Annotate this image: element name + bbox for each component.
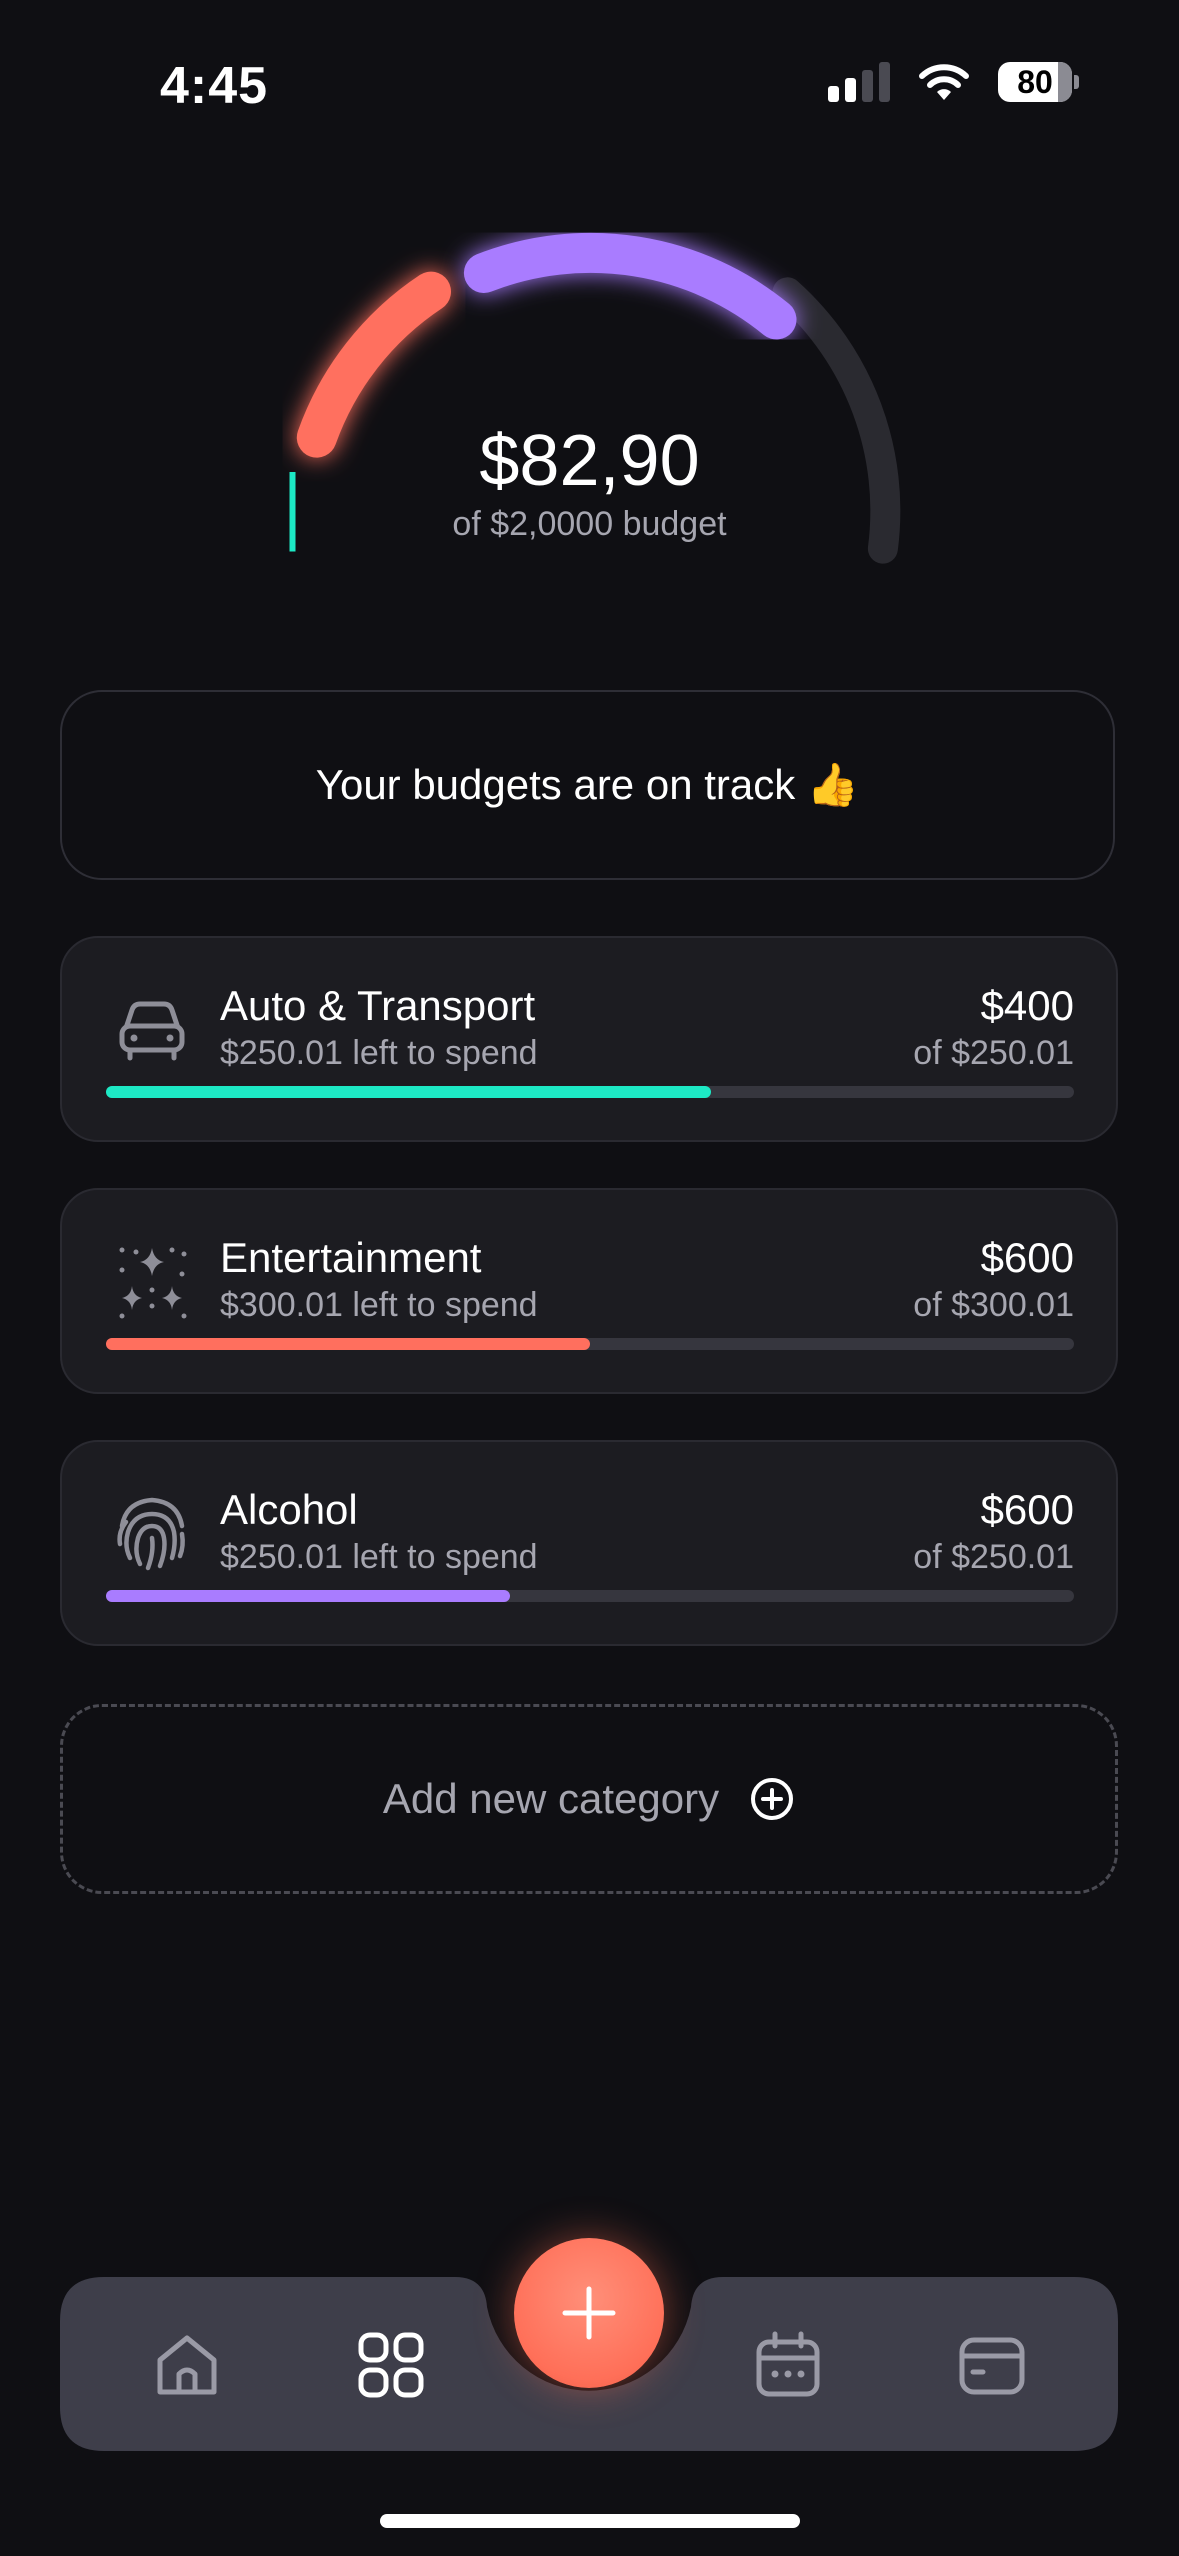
plus-circle-icon [751,1778,794,1820]
category-card-alcohol[interactable]: Alcohol $250.01 left to spend $600 of $2… [60,1440,1118,1646]
status-time: 4:45 [160,57,269,115]
car-icon [119,1001,185,1061]
add-category-button[interactable]: Add new category [60,1704,1118,1894]
gauge-segment-alcohol [463,232,797,340]
status-icons: 80 [828,62,1079,102]
progress-track [106,1590,1074,1602]
status-banner-text: Your budgets are on track 👍 [315,760,860,808]
category-name: Entertainment [220,1234,482,1281]
battery-icon: 80 [998,62,1072,102]
sparkles-icon [119,1247,187,1319]
signal-icon [828,62,890,102]
wifi-icon [919,64,969,100]
category-limit: of $250.01 [913,1034,1074,1072]
card-icon[interactable] [957,2330,1027,2400]
grid-icon[interactable] [356,2330,426,2400]
gauge-segment-entertainment [296,271,451,458]
category-remaining: $300.01 left to spend [220,1286,538,1324]
category-limit: of $250.01 [913,1538,1074,1576]
category-name: Alcohol [220,1486,358,1533]
add-transaction-button[interactable] [514,2238,664,2388]
category-amount: $400 [980,982,1074,1029]
category-amount: $600 [980,1486,1074,1533]
category-name: Auto & Transport [220,982,536,1029]
home-icon[interactable] [152,2330,222,2400]
home-indicator [380,2514,800,2528]
plus-icon [562,2286,616,2340]
battery-level: 80 [1017,63,1053,100]
category-amount: $600 [980,1234,1074,1281]
total-spent: $82,90 [479,421,700,501]
calendar-icon[interactable] [753,2330,823,2400]
category-remaining: $250.01 left to spend [220,1034,538,1072]
budget-total: of $2,0000 budget [452,505,727,543]
progress-track [106,1338,1074,1350]
fingerprint-icon [117,1497,185,1571]
category-card-auto-transport[interactable]: Auto & Transport $250.01 left to spend $… [60,936,1118,1142]
category-card-entertainment[interactable]: Entertainment $300.01 left to spend $600… [60,1188,1118,1394]
progress-bar [106,1338,590,1350]
category-remaining: $250.01 left to spend [220,1538,538,1576]
category-limit: of $300.01 [913,1286,1074,1324]
progress-bar [106,1086,711,1098]
add-category-label: Add new category [382,1775,720,1822]
progress-bar [106,1590,510,1602]
progress-track [106,1086,1074,1098]
status-banner: Your budgets are on track 👍 [60,690,1115,880]
